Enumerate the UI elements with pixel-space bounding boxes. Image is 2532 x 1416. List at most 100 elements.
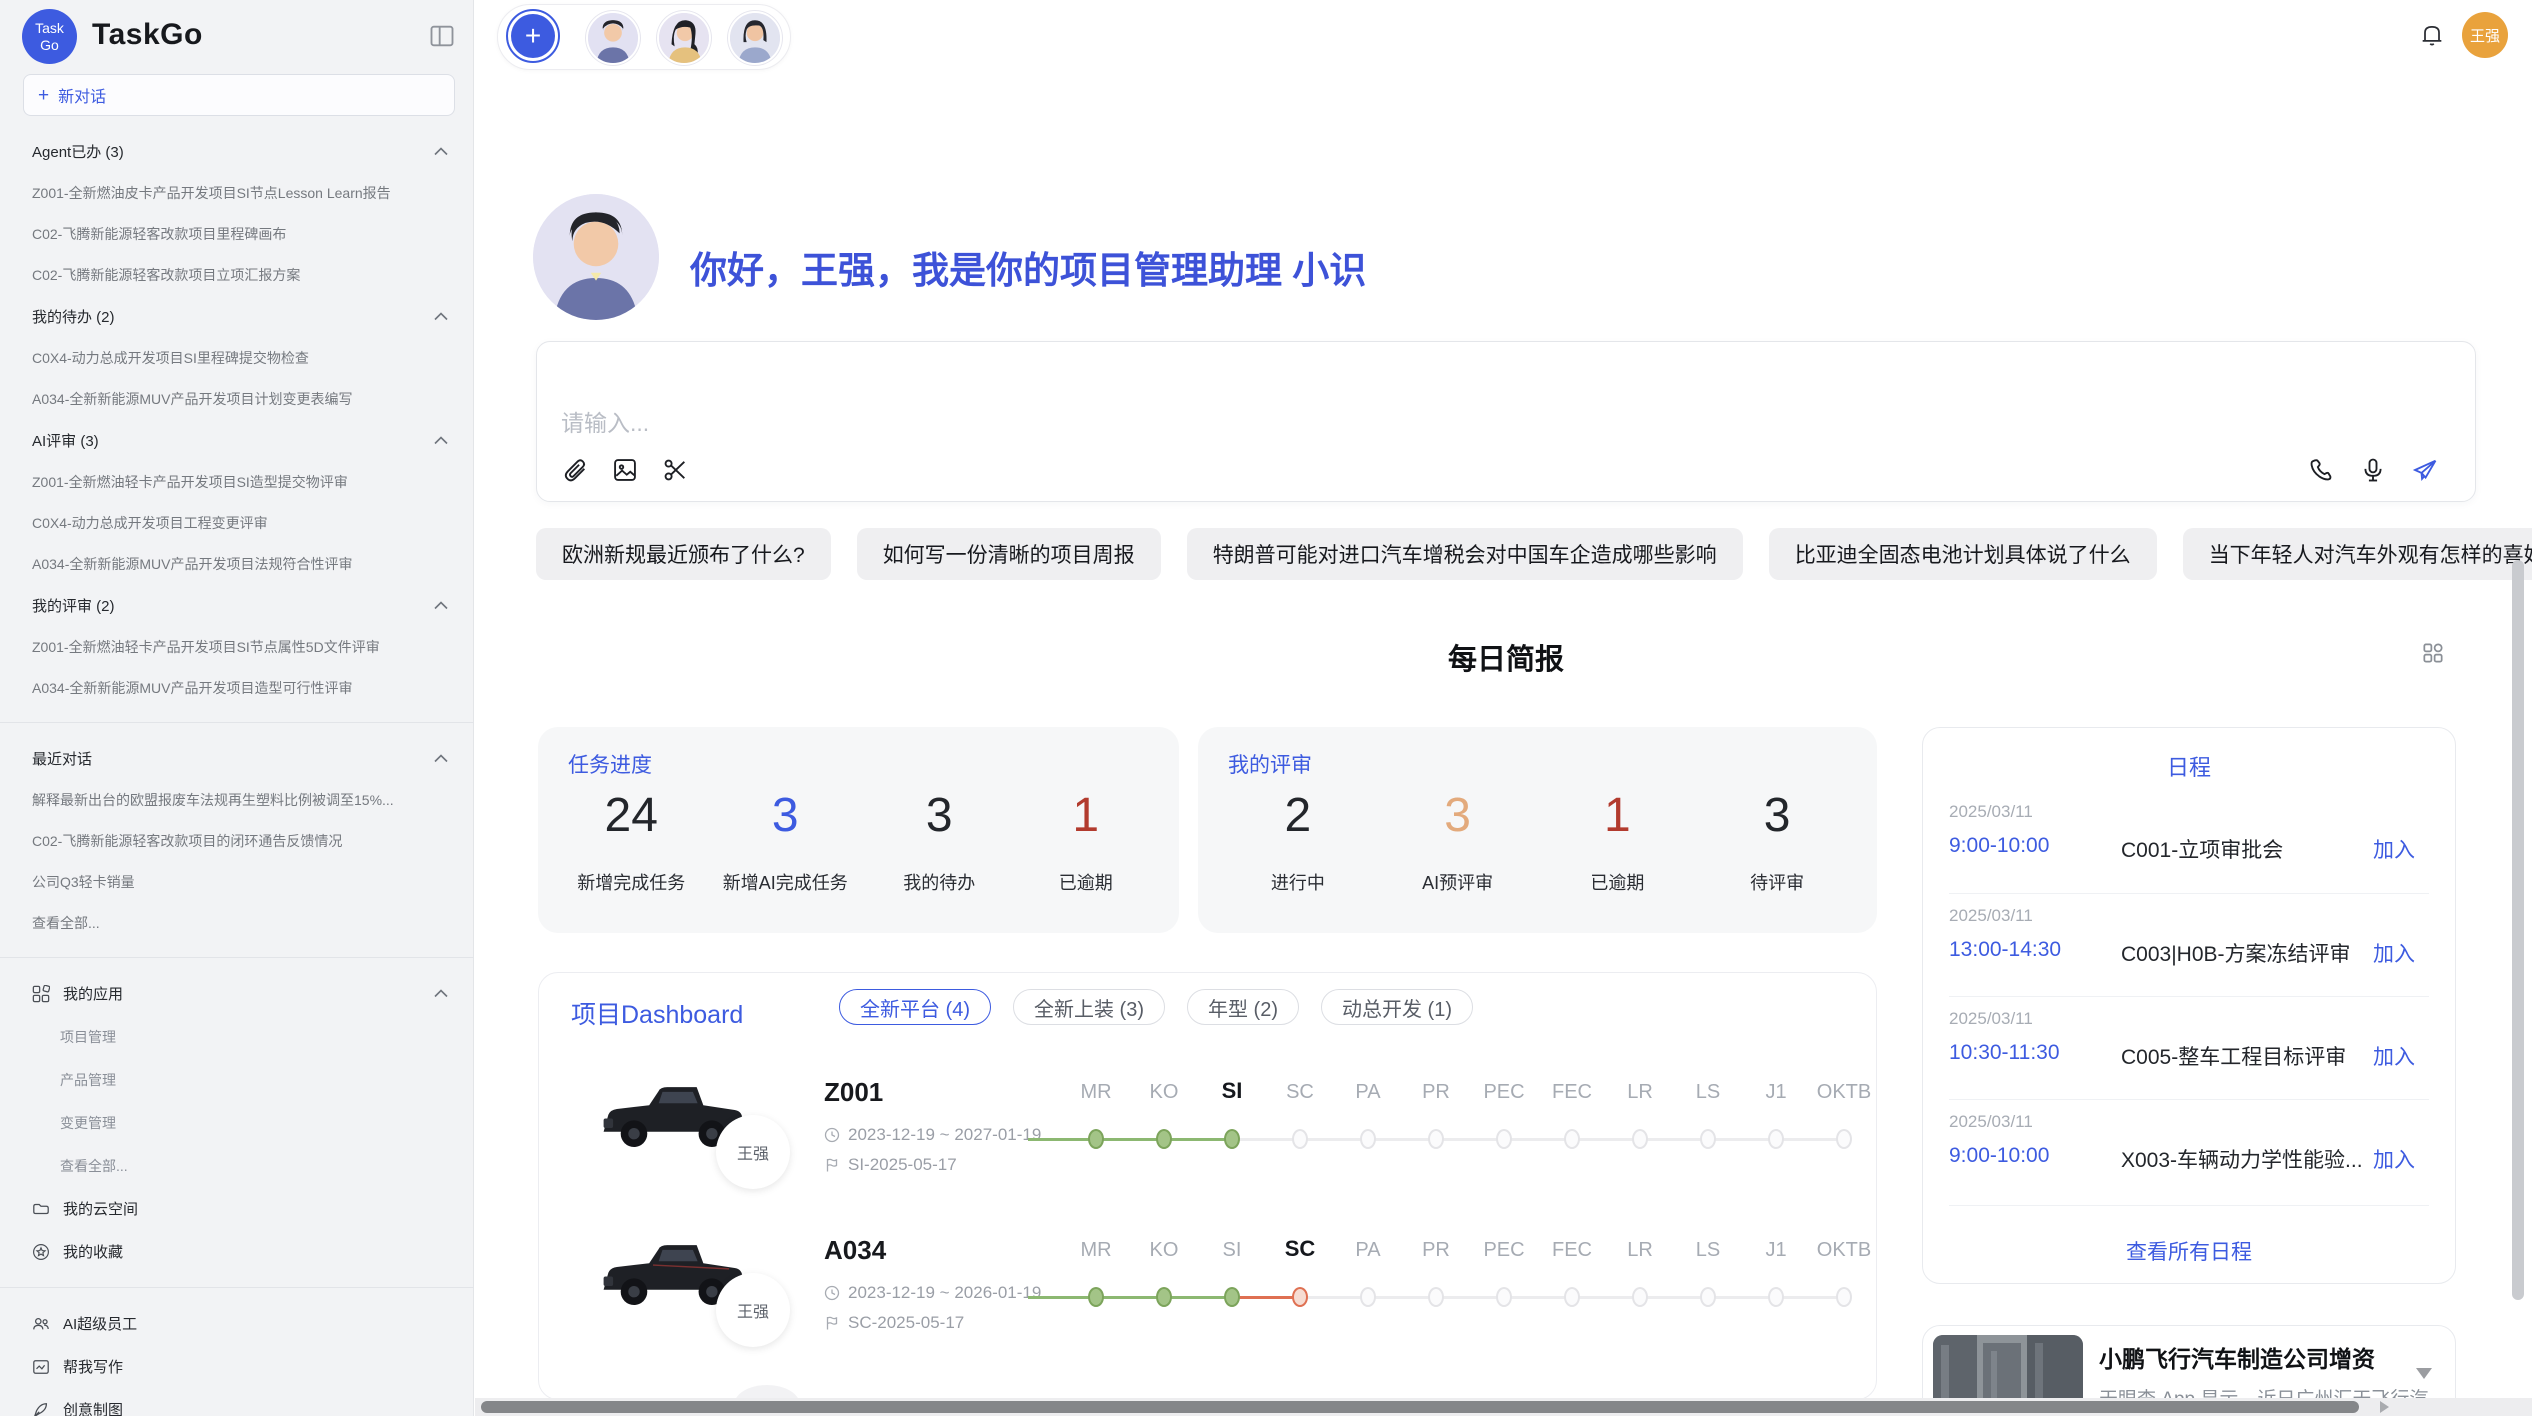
recent-conversation-item[interactable]: C02-飞腾新能源轻客改款项目的闭环通告反馈情况 [0,820,474,861]
dashboard-title: 项目Dashboard [571,995,743,1031]
section-header[interactable]: 最近对话 [0,737,474,779]
sidebar-item-help-write[interactable]: 帮我写作 [0,1345,474,1388]
task-list-item[interactable]: A034-全新新能源MUV产品开发项目造型可行性评审 [0,667,474,708]
schedule-event-title: C003|H0B-方案冻结评审 [2121,938,2351,968]
dashboard-tab[interactable]: 动总开发 (1) [1321,989,1473,1025]
attachment-icon[interactable] [561,456,589,484]
conversation-avatar-2[interactable] [657,11,711,65]
project-row[interactable]: 王强 A034 2023-12-19 ~ 2026-01-19 SC-2025-… [596,1227,1877,1357]
milestone-connector [1640,1138,1708,1141]
section-header[interactable]: 我的评审 (2) [0,584,474,626]
scissors-icon[interactable] [661,456,689,484]
app-sub-item[interactable]: 项目管理 [0,1015,474,1058]
dashboard-tab[interactable]: 全新平台 (4) [839,989,991,1025]
chat-input-card[interactable]: 请输入... [536,341,2476,502]
app-sub-item[interactable]: 变更管理 [0,1101,474,1144]
image-icon[interactable] [611,456,639,484]
chevron-up-icon [434,989,448,998]
send-icon[interactable] [2411,456,2439,484]
section-header[interactable]: 我的待办 (2) [0,295,474,337]
layout-grid-icon[interactable] [2420,640,2446,666]
task-list-item[interactable]: Z001-全新燃油轻卡产品开发项目SI节点属性5D文件评审 [0,626,474,667]
task-list-item[interactable]: Z001-全新燃油轻卡产品开发项目SI造型提交物评审 [0,461,474,502]
voice-call-icon[interactable] [2307,456,2335,484]
vertical-scrollbar-thumb[interactable] [2512,560,2524,1300]
join-meeting-link[interactable]: 加入 [2373,834,2415,864]
milestone-connector [1164,1296,1232,1299]
schedule-time: 9:00-10:00 [1949,834,2049,858]
apps-view-all-link[interactable]: 查看全部... [0,1144,474,1187]
plus-icon: + [511,14,555,58]
recent-conversation-item[interactable]: 公司Q3轻卡销量 [0,861,474,902]
milestone-connector [1776,1296,1844,1299]
microphone-icon[interactable] [2359,456,2387,484]
conversation-avatar-3[interactable] [728,11,782,65]
join-meeting-link[interactable]: 加入 [2373,938,2415,968]
schedule-list: 2025/03/11 9:00-10:00 C001-立项审批会 加入 2025… [1923,790,2455,1202]
section-header[interactable]: Agent已办 (3) [0,130,474,172]
milestone-dot [1632,1129,1648,1149]
sidebar-item-my-apps[interactable]: 我的应用 [0,972,474,1015]
milestone: SI [1198,1227,1266,1327]
milestone-connector [1504,1138,1572,1141]
suggestion-chip[interactable]: 比亚迪全固态电池计划具体说了什么 [1769,528,2157,580]
recent-conversation-item[interactable]: 解释最新出台的欧盟报废车法规再生塑料比例被调至15%... [0,779,474,820]
join-meeting-link[interactable]: 加入 [2373,1041,2415,1071]
logo-line2: Go [40,37,59,53]
task-list-item[interactable]: C0X4-动力总成开发项目SI里程碑提交物检查 [0,337,474,378]
milestone-connector [1096,1138,1164,1141]
cloud-folder-icon [32,1200,50,1218]
suggestion-chip[interactable]: 当下年轻人对汽车外观有怎样的喜好趋势 [2183,528,2532,580]
view-all-schedule-link[interactable]: 查看所有日程 [1923,1236,2455,1266]
dashboard-tab[interactable]: 全新上装 (3) [1013,989,1165,1025]
suggestion-chips: 欧洲新规最近颁布了什么? 如何写一份清晰的项目周报特朗普可能对进口汽车增税会对中国… [536,528,2476,580]
flag-icon [824,1157,840,1173]
horizontal-scrollbar-thumb[interactable] [481,1401,2359,1413]
task-list-item[interactable]: C02-飞腾新能源轻客改款项目里程碑画布 [0,213,474,254]
task-list-item[interactable]: Z001-全新燃油皮卡产品开发项目SI节点Lesson Learn报告 [0,172,474,213]
milestone-connector [1640,1296,1708,1299]
project-row[interactable]: 王强 Z001 2023-12-19 ~ 2027-01-19 SI-2025-… [596,1069,1877,1199]
milestone-connector [1232,1138,1300,1141]
milestone: KO [1130,1227,1198,1327]
assistant-greeting: 你好，王强，我是你的项目管理助理 小识 [690,240,1366,294]
sidebar-item-favorites[interactable]: 我的收藏 [0,1230,474,1273]
task-list-item[interactable]: A034-全新新能源MUV产品开发项目计划变更表编写 [0,378,474,419]
milestone-connector [1300,1138,1368,1141]
milestone: SC [1266,1069,1334,1169]
schedule-date: 2025/03/11 [1949,1009,2033,1029]
sidebar-item-ai-super-staff[interactable]: AI超级员工 [0,1302,474,1345]
milestone-label: SC [1266,1236,1334,1262]
scroll-down-arrow[interactable] [2416,1368,2432,1379]
task-list-item[interactable]: C02-飞腾新能源轻客改款项目立项汇报方案 [0,254,474,295]
join-meeting-link[interactable]: 加入 [2373,1144,2415,1174]
recent-view-all-link[interactable]: 查看全部... [0,902,474,943]
task-list-item[interactable]: C0X4-动力总成开发项目工程变更评审 [0,502,474,543]
task-list-item[interactable]: A034-全新新能源MUV产品开发项目法规符合性评审 [0,543,474,584]
suggestion-chip[interactable]: 特朗普可能对进口汽车增税会对中国车企造成哪些影响 [1187,528,1743,580]
schedule-date: 2025/03/11 [1949,906,2033,926]
milestone-dot [1224,1129,1240,1149]
user-avatar[interactable]: 王强 [2462,12,2508,58]
new-chat-button[interactable]: + 新对话 [23,74,455,116]
dashboard-tab[interactable]: 年型 (2) [1187,989,1299,1025]
suggestion-chip[interactable]: 如何写一份清晰的项目周报 [857,528,1161,580]
scroll-right-arrow[interactable] [2380,1401,2389,1413]
my-apps-label: 我的应用 [63,983,123,1004]
cloud-space-label: 我的云空间 [63,1198,138,1219]
section-header[interactable]: AI评审 (3) [0,419,474,461]
conversation-avatar-1[interactable] [586,11,640,65]
sidebar-item-creative-draw[interactable]: 创意制图 [0,1388,474,1416]
notification-bell-icon[interactable] [2418,21,2446,49]
horizontal-scrollbar[interactable] [475,1398,2532,1416]
milestone-dot [1428,1129,1444,1149]
app-sub-item[interactable]: 产品管理 [0,1058,474,1101]
new-conversation-button[interactable]: + [506,9,560,63]
stat-item: 1 已逾期 [1031,785,1141,895]
suggestion-chip[interactable]: 欧洲新规最近颁布了什么? [536,528,831,580]
milestone-connector [1708,1138,1776,1141]
milestone-dot [1700,1287,1716,1307]
milestone-label: PA [1334,1081,1402,1104]
sidebar-item-cloud-space[interactable]: 我的云空间 [0,1187,474,1230]
sidebar-collapse-icon[interactable] [428,22,456,50]
